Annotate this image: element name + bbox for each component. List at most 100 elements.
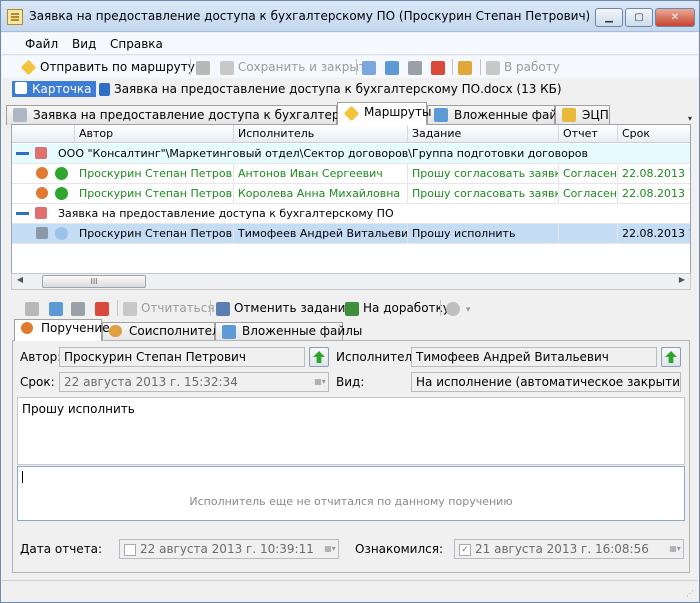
attached-document-link[interactable]: Заявка на предоставление доступа к бухга… bbox=[99, 81, 562, 97]
close-button[interactable]: ✕ bbox=[655, 8, 695, 27]
report-date-field[interactable]: 22 августа 2013 г. 10:39:11 ▦▾ bbox=[119, 539, 339, 559]
actions-icon bbox=[446, 301, 460, 316]
rework-label: На доработку bbox=[363, 301, 450, 315]
group-title: Заявка на предоставление доступа к бухга… bbox=[58, 207, 394, 220]
toolbar-divider bbox=[356, 59, 357, 75]
task-text-area[interactable]: Прошу исполнить bbox=[17, 397, 685, 465]
maximize-button[interactable]: ▢ bbox=[625, 8, 653, 27]
due-field[interactable]: 22 августа 2013 г. 15:32:34 ▦▾ bbox=[59, 372, 329, 392]
calendar-dropdown-icon[interactable]: ▦▾ bbox=[669, 542, 681, 556]
read-date-field[interactable]: ✓ 21 августа 2013 г. 16:08:56 ▦▾ bbox=[454, 539, 684, 559]
menu-help[interactable]: Справка bbox=[110, 37, 163, 51]
group-row[interactable]: Заявка на предоставление доступа к бухга… bbox=[12, 204, 690, 224]
print-icon[interactable] bbox=[71, 300, 85, 316]
edit-icon[interactable] bbox=[49, 300, 63, 316]
group-row[interactable]: ООО "Консалтинг"\Маркетинговый отдел\Сек… bbox=[12, 144, 690, 164]
tab-assignment[interactable]: Поручение bbox=[14, 319, 110, 341]
lock-icon bbox=[562, 108, 576, 122]
row-author: Проскурин Степан Петрович bbox=[75, 224, 234, 243]
scroll-left-icon[interactable]: ◀ bbox=[13, 275, 27, 288]
row-executor: Антонов Иван Сергеевич bbox=[234, 164, 408, 183]
tab-coexecutors[interactable]: Соисполнители bbox=[102, 322, 227, 341]
minimize-button[interactable]: ▁ bbox=[595, 8, 623, 27]
calendar-dropdown-icon[interactable]: ▦▾ bbox=[324, 542, 336, 556]
save-icon[interactable] bbox=[25, 300, 39, 316]
author-up-button[interactable] bbox=[309, 347, 329, 367]
table-row[interactable]: Проскурин Степан Петрович Антонов Иван С… bbox=[12, 164, 690, 184]
toolbar-divider bbox=[190, 59, 191, 75]
more-actions-button[interactable]: ▾ bbox=[446, 300, 470, 316]
column-task[interactable]: Задание bbox=[408, 125, 559, 143]
table-row[interactable]: Проскурин Степан Петрович Королева Анна … bbox=[12, 184, 690, 204]
row-report bbox=[559, 224, 618, 243]
rework-icon bbox=[345, 301, 359, 316]
edit-icon[interactable] bbox=[385, 59, 399, 75]
tab-attachments[interactable]: Вложенные файлы bbox=[427, 105, 574, 125]
tab-request[interactable]: Заявка на предоставление доступа к бухга… bbox=[6, 105, 399, 125]
report-button[interactable]: Отчитаться bbox=[123, 300, 215, 316]
table-row-selected[interactable]: Проскурин Степан Петрович Тимофеев Андре… bbox=[12, 224, 690, 244]
resize-grip-icon[interactable]: ⋰ bbox=[686, 589, 694, 598]
assignment-panel: Автор: Проскурин Степан Петрович Исполни… bbox=[12, 340, 690, 573]
pdf-icon[interactable] bbox=[431, 59, 445, 75]
row-task: Прошу исполнить bbox=[408, 224, 559, 243]
window-title: Заявка на предоставление доступа к бухга… bbox=[29, 9, 589, 23]
report-text-area[interactable]: Исполнитель еще не отчитался по данному … bbox=[17, 466, 685, 521]
key-icon[interactable] bbox=[458, 59, 472, 75]
author-label: Автор: bbox=[20, 350, 62, 364]
type-field[interactable]: На исполнение (автоматическое закрытие) bbox=[411, 372, 681, 392]
save-close-icon bbox=[219, 60, 234, 75]
word-doc-icon bbox=[99, 83, 110, 96]
row-executor: Тимофеев Андрей Витальевич bbox=[234, 224, 408, 243]
menu-view[interactable]: Вид bbox=[72, 37, 96, 51]
report-date-value: 22 августа 2013 г. 10:39:11 bbox=[140, 542, 314, 556]
row-due: 22.08.2013 15 bbox=[622, 227, 690, 240]
read-checkbox[interactable]: ✓ bbox=[459, 543, 471, 556]
person-icon bbox=[36, 167, 48, 179]
row-due: 22.08.2013 11 bbox=[622, 167, 690, 180]
to-work-button[interactable]: В работу bbox=[486, 59, 560, 75]
save-close-button[interactable]: Сохранить и закрыть bbox=[196, 59, 373, 75]
column-report[interactable]: Отчет bbox=[559, 125, 618, 143]
row-report: Согласен bbox=[559, 164, 618, 183]
cancel-task-button[interactable]: Отменить задание bbox=[216, 300, 353, 316]
executor-field[interactable]: Тимофеев Андрей Витальевич bbox=[411, 347, 657, 367]
horizontal-scrollbar[interactable]: ◀ III ▶ bbox=[11, 273, 691, 290]
tab-task-attachments[interactable]: Вложенные файлы bbox=[215, 322, 362, 341]
row-executor: Королева Анна Михайловна bbox=[234, 184, 408, 203]
person-icon bbox=[36, 187, 48, 199]
chevron-down-icon: ▾ bbox=[465, 305, 471, 315]
scrollbar-thumb[interactable]: III bbox=[42, 275, 146, 288]
executor-up-button[interactable] bbox=[661, 347, 681, 367]
toolbar-divider bbox=[117, 300, 118, 316]
collapse-icon[interactable] bbox=[16, 152, 29, 155]
app-window: Заявка на предоставление доступа к бухга… bbox=[0, 0, 700, 603]
send-route-button[interactable]: Отправить по маршруту ▾ bbox=[20, 59, 206, 76]
calendar-dropdown-icon[interactable]: ▦▾ bbox=[314, 375, 326, 389]
report-date-checkbox[interactable] bbox=[124, 543, 136, 556]
work-icon bbox=[486, 60, 500, 75]
pdf-icon[interactable] bbox=[95, 300, 109, 316]
card-button[interactable]: Карточка bbox=[12, 81, 96, 97]
people-icon bbox=[109, 325, 122, 337]
settings-icon[interactable] bbox=[362, 59, 376, 75]
collapse-icon[interactable] bbox=[16, 212, 29, 215]
author-field[interactable]: Проскурин Степан Петрович bbox=[59, 347, 305, 367]
message-icon bbox=[55, 227, 68, 240]
menu-bar: Файл Вид Справка bbox=[2, 33, 698, 55]
to-work-label: В работу bbox=[504, 60, 560, 74]
menu-file[interactable]: Файл bbox=[25, 37, 58, 51]
column-author[interactable]: Автор bbox=[75, 125, 234, 143]
column-due[interactable]: Срок bbox=[618, 125, 690, 143]
grid-header: Автор Исполнитель Задание Отчет Срок bbox=[12, 125, 690, 143]
tab-routes[interactable]: Маршруты bbox=[337, 102, 432, 125]
column-executor[interactable]: Исполнитель bbox=[234, 125, 408, 143]
print-icon[interactable] bbox=[408, 59, 422, 75]
rework-button[interactable]: На доработку bbox=[345, 300, 450, 316]
tab-signature[interactable]: ЭЦП bbox=[555, 105, 610, 125]
scroll-right-icon[interactable]: ▶ bbox=[675, 275, 689, 288]
document-bar: Карточка Заявка на предоставление доступ… bbox=[2, 79, 698, 99]
printer-icon bbox=[36, 227, 48, 239]
attachment-icon bbox=[222, 325, 236, 339]
tab-assignment-label: Поручение bbox=[41, 321, 110, 335]
